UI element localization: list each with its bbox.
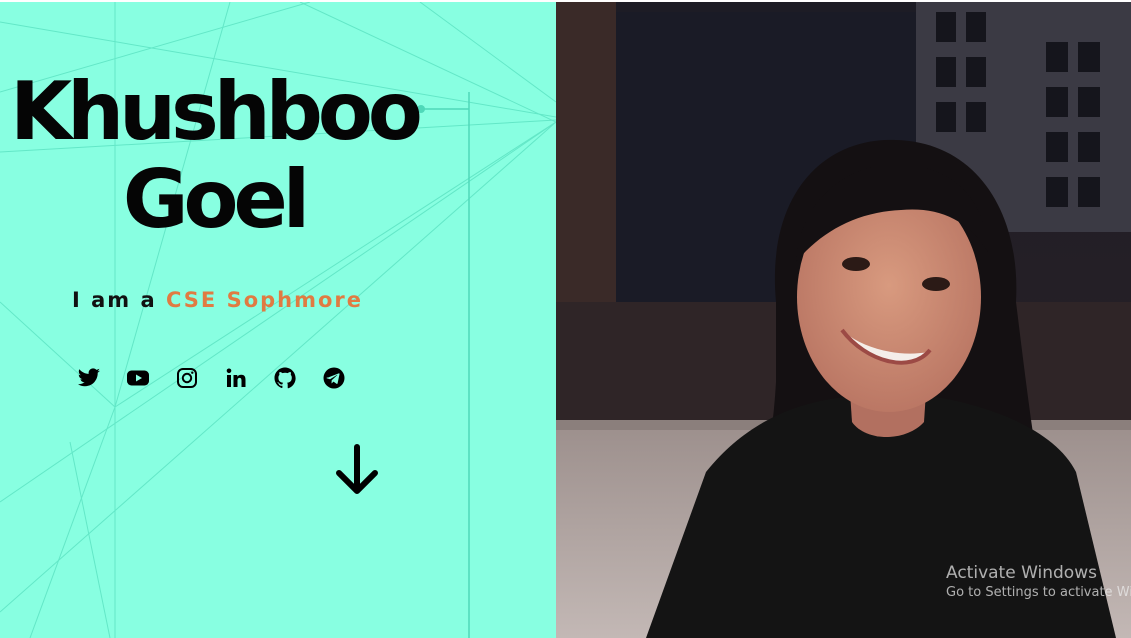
windows-activation-watermark: Activate Windows Go to Settings to activ… [946, 562, 1131, 602]
telegram-link[interactable] [322, 366, 346, 390]
watermark-subtitle: Go to Settings to activate Windows. [946, 585, 1131, 600]
twitter-link[interactable] [77, 366, 101, 390]
name-last-heading: Goel [122, 153, 310, 246]
twitter-icon [78, 368, 100, 387]
watermark-title: Activate Windows [946, 563, 1097, 583]
linkedin-link[interactable] [224, 366, 248, 390]
portrait-image [556, 2, 1131, 638]
linkedin-icon [226, 368, 246, 387]
name-first-heading: Khushboo [10, 65, 423, 158]
social-links [77, 364, 346, 392]
github-icon [274, 367, 296, 389]
tagline-prefix: I am a [72, 288, 157, 312]
telegram-icon [323, 367, 345, 389]
arrow-down-icon [336, 444, 378, 494]
youtube-link[interactable] [126, 366, 150, 390]
page: Khushboo Goel I am a CSE Sophmore Activa… [0, 2, 1131, 638]
scroll-down-button[interactable] [333, 442, 381, 498]
profile-photo [556, 2, 1131, 638]
instagram-link[interactable] [175, 366, 199, 390]
tagline: I am a CSE Sophmore [72, 288, 363, 312]
tagline-highlight: CSE Sophmore [165, 288, 364, 312]
github-link[interactable] [273, 366, 297, 390]
hero-section: Khushboo Goel I am a CSE Sophmore [0, 2, 556, 638]
instagram-icon [177, 368, 197, 388]
youtube-icon [127, 370, 149, 386]
